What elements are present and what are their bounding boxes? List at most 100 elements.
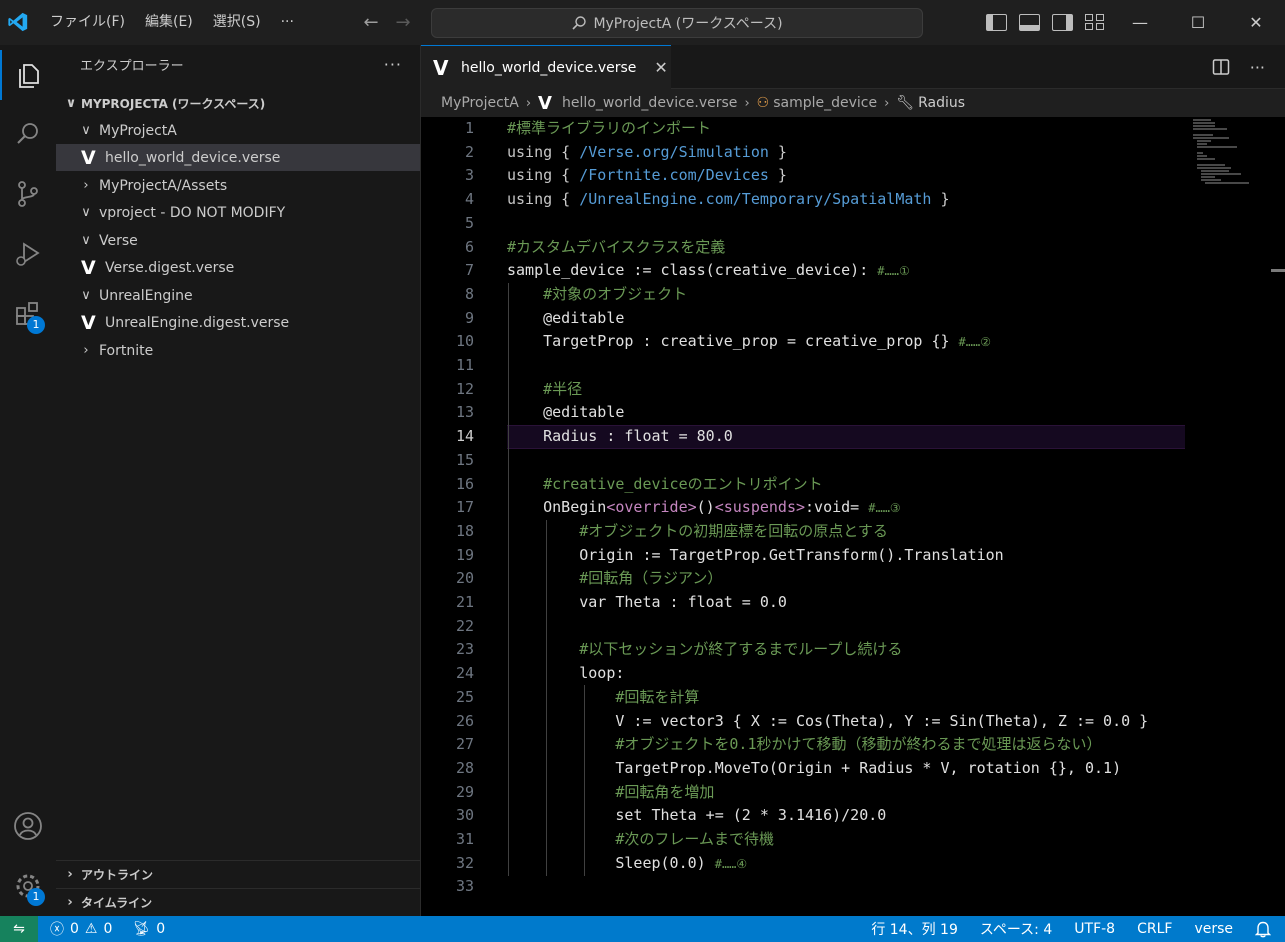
- workspace-label: MYPROJECTA (ワークスペース): [81, 96, 266, 111]
- code-line: 11: [455, 356, 474, 374]
- chevron-right-icon: ›: [744, 95, 750, 111]
- tree-item-label: UnrealEngine.digest.verse: [105, 314, 290, 331]
- vscode-logo-icon: [8, 12, 28, 32]
- tree-item-verse-digest[interactable]: V Verse.digest.verse: [56, 254, 420, 281]
- bell-icon[interactable]: [1255, 920, 1271, 938]
- code-line: 30 set Theta += (2 * 3.1416)/20.0: [455, 806, 887, 825]
- tab-hello-world-device[interactable]: V hello_world_device.verse ✕: [421, 45, 671, 89]
- tree-item-label: Fortnite: [99, 342, 154, 359]
- tree-item-myprojecta[interactable]: ∨ MyProjectA: [56, 117, 420, 144]
- code-line: 21 var Theta : float = 0.0: [455, 593, 787, 611]
- code-line: 9 @editable: [464, 308, 625, 327]
- code-line: 19 Origin := TargetProp.GetTransform().T…: [455, 545, 1004, 564]
- chevron-right-icon: ›: [83, 178, 89, 193]
- breadcrumb-project[interactable]: MyProjectA: [441, 95, 519, 111]
- verse-file-icon: V: [433, 55, 449, 80]
- layout-controls: [986, 0, 1106, 45]
- code-line: 16 #creative_deviceのエントリポイント: [455, 474, 823, 493]
- code-editor[interactable]: 1 #標準ライブラリのインポート 2 using { /Verse.org/Simu…: [421, 117, 1285, 916]
- settings-gear-icon[interactable]: 1: [0, 861, 56, 911]
- outline-section-header[interactable]: › アウトライン: [56, 860, 420, 888]
- tree-item-label: Verse.digest.verse: [105, 259, 235, 276]
- chevron-right-icon: ›: [525, 95, 532, 111]
- verse-file-icon: V: [81, 256, 96, 279]
- timeline-section-header[interactable]: › タイムライン: [56, 888, 420, 916]
- search-icon[interactable]: [0, 109, 56, 159]
- code-line: 26 V := vector3 { X := Cos(Theta), Y := …: [455, 711, 1149, 730]
- cursor-position[interactable]: 行 14、列 19: [871, 919, 958, 939]
- scrollbar-marker[interactable]: [1271, 269, 1285, 272]
- minimize-button[interactable]: —: [1111, 0, 1169, 45]
- tree-item-unrealengine[interactable]: ∨ UnrealEngine: [56, 282, 420, 309]
- search-icon: [572, 16, 587, 30]
- code-line: 22: [455, 616, 474, 635]
- sidebar-more-button[interactable]: ···: [384, 45, 402, 85]
- tree-item-assets[interactable]: › MyProjectA/Assets: [56, 172, 420, 199]
- code-line: 13 @editable: [455, 403, 625, 422]
- minimap[interactable]: [1191, 117, 1269, 187]
- breadcrumb-file[interactable]: hello_world_device.verse: [562, 95, 737, 111]
- customize-layout-icon[interactable]: [1085, 14, 1106, 31]
- code-line: 27 #オブジェクトを0.1秒かけて移動（移動が終わるまで処理は返らない）: [455, 735, 1102, 754]
- menu-bar: ファイル(F) 編集(E) 選択(S) ···: [40, 0, 304, 45]
- tree-item-verse[interactable]: ∨ Verse: [56, 227, 420, 254]
- code-line: 28 TargetProp.MoveTo(Origin + Radius * V…: [455, 758, 1122, 777]
- tree-item-unrealengine-digest[interactable]: V UnrealEngine.digest.verse: [56, 309, 420, 336]
- warning-count: 0: [103, 921, 113, 937]
- problems-indicator[interactable]: ⓧ 0 ⚠ 0 📡︎ 0: [50, 919, 165, 939]
- tree-item-label: MyProjectA: [99, 122, 177, 139]
- workspace-section-header[interactable]: ∨ MYPROJECTA (ワークスペース): [56, 91, 420, 115]
- explorer-sidebar: エクスプローラー ··· ∨ MYPROJECTA (ワークスペース) ∨ My…: [56, 45, 421, 916]
- menu-edit[interactable]: 編集(E): [135, 0, 203, 45]
- code-line: 31 #次のフレームまで待機: [455, 830, 774, 848]
- code-line: 24 loop:: [455, 664, 625, 683]
- breadcrumb-class[interactable]: sample_device: [773, 95, 877, 111]
- close-icon[interactable]: ✕: [654, 58, 667, 77]
- tab-label: hello_world_device.verse: [461, 59, 637, 76]
- extensions-icon[interactable]: 1: [0, 289, 56, 339]
- menu-file[interactable]: ファイル(F): [40, 0, 135, 45]
- toggle-secondary-sidebar-icon[interactable]: [1052, 14, 1073, 31]
- explorer-icon[interactable]: [0, 50, 56, 100]
- code-line: 29 #回転角を増加: [455, 782, 715, 801]
- forward-arrow-icon[interactable]: →: [390, 12, 416, 33]
- code-line: 20 #回転角（ラジアン）: [455, 569, 723, 588]
- close-button[interactable]: ✕: [1227, 0, 1285, 45]
- menu-selection[interactable]: 選択(S): [203, 0, 271, 45]
- command-center-search[interactable]: MyProjectA (ワークスペース): [431, 8, 923, 38]
- end-of-line[interactable]: CRLF: [1137, 921, 1172, 937]
- menu-more[interactable]: ···: [271, 0, 304, 45]
- code-line: 12 #半径: [455, 379, 583, 398]
- window-controls: — ☐ ✕: [1111, 0, 1285, 45]
- tree-item-fortnite[interactable]: › Fortnite: [56, 337, 420, 364]
- source-control-icon[interactable]: [0, 169, 56, 219]
- ports-count: 0: [156, 921, 166, 937]
- account-icon[interactable]: [0, 801, 56, 851]
- status-right: 行 14、列 19 スペース: 4 UTF-8 CRLF verse: [871, 916, 1271, 942]
- tree-item-label: UnrealEngine: [99, 287, 193, 304]
- language-mode[interactable]: verse: [1194, 921, 1233, 937]
- run-debug-icon[interactable]: [0, 229, 56, 279]
- ports-icon: 📡︎: [132, 921, 151, 937]
- code-line: 18 #オブジェクトの初期座標を回転の原点とする: [455, 521, 888, 540]
- indentation[interactable]: スペース: 4: [980, 919, 1052, 939]
- toggle-panel-icon[interactable]: [1019, 14, 1040, 31]
- back-arrow-icon[interactable]: ←: [358, 12, 384, 33]
- remote-indicator-icon[interactable]: ⇋: [0, 916, 38, 942]
- encoding[interactable]: UTF-8: [1074, 921, 1115, 937]
- verse-file-icon: V: [81, 311, 96, 334]
- maximize-button[interactable]: ☐: [1169, 0, 1227, 45]
- tree-item-vproject[interactable]: ∨ vproject - DO NOT MODIFY: [56, 199, 420, 226]
- more-actions-icon[interactable]: ···: [1250, 58, 1265, 77]
- wrench-icon: 🔧︎: [896, 95, 915, 111]
- tree-item-hello-world-device[interactable]: V hello_world_device.verse: [56, 144, 420, 171]
- code-line: 14 Radius : float = 80.0: [455, 427, 733, 446]
- split-editor-icon[interactable]: [1212, 58, 1230, 76]
- breadcrumb-member[interactable]: Radius: [918, 95, 965, 111]
- code-line: 6 #カスタムデバイスクラスを定義: [464, 237, 726, 256]
- class-symbol-icon: ⚇: [756, 95, 770, 111]
- extensions-badge: 1: [27, 316, 45, 334]
- toggle-primary-sidebar-icon[interactable]: [986, 14, 1007, 31]
- chevron-right-icon: ›: [83, 343, 89, 358]
- code-line: 2 using { /Verse.org/Simulation }: [464, 142, 787, 161]
